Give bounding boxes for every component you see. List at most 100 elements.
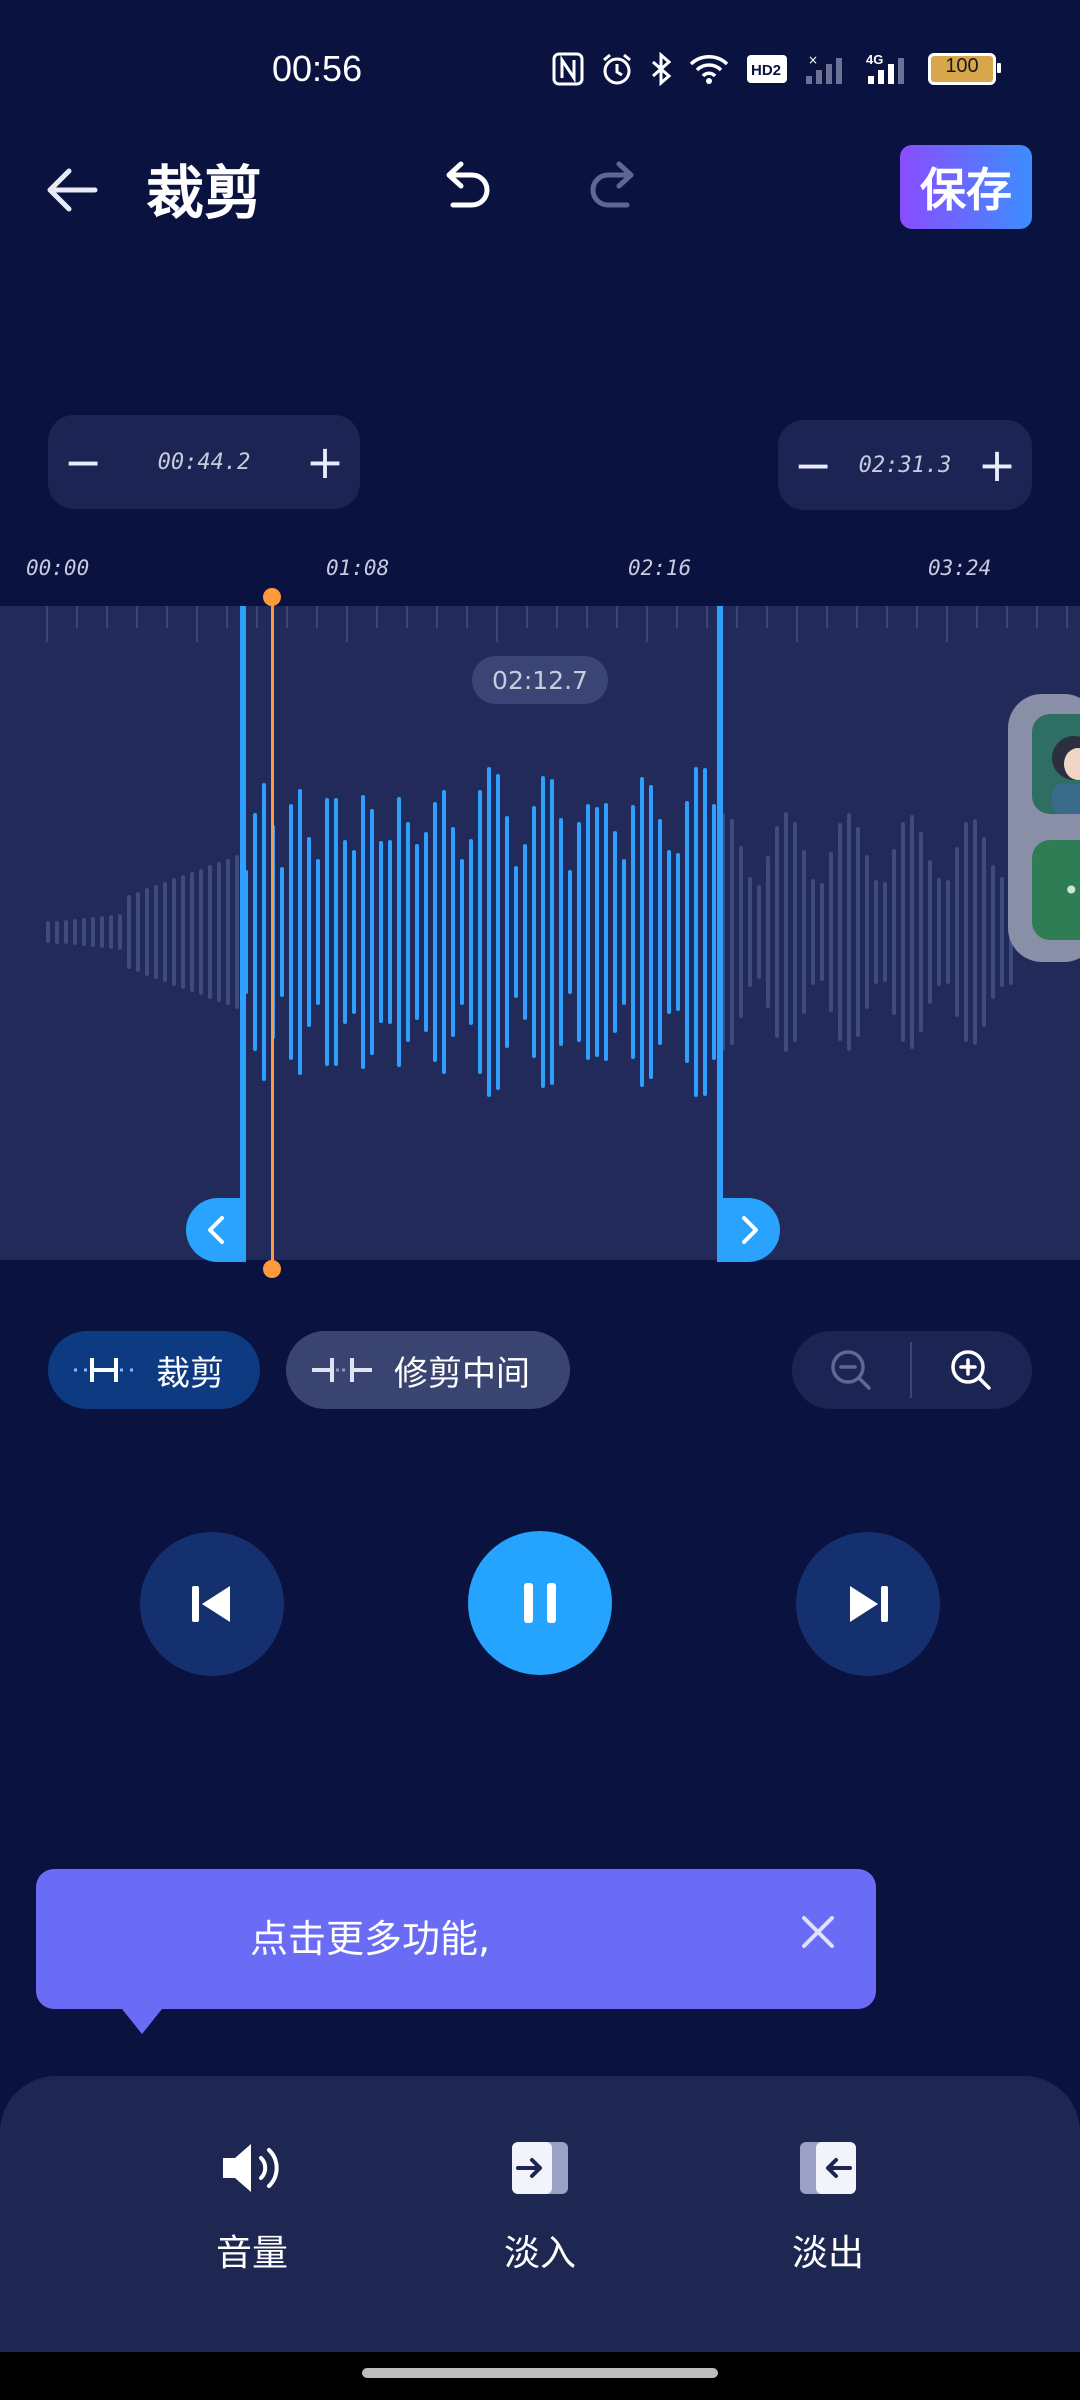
bluetooth-icon (652, 52, 672, 86)
save-button[interactable]: 保存 (900, 145, 1032, 229)
volume-tool-button[interactable]: 音量 (172, 2138, 332, 2276)
tooltip-text: 点击更多功能, (250, 1917, 491, 1961)
svg-text:4G: 4G (866, 52, 883, 67)
waveform-bar (703, 767, 707, 1097)
right-trim-line[interactable] (717, 606, 723, 1262)
waveform-bar (973, 818, 977, 1046)
fade-out-icon (800, 2142, 856, 2194)
avatar-portrait-icon (1052, 736, 1080, 814)
waveform-bar (397, 796, 401, 1068)
waveform-bar (100, 916, 104, 948)
left-trim-handle[interactable] (186, 1198, 246, 1262)
zoom-controls (792, 1331, 1032, 1409)
zoom-out-button[interactable] (792, 1347, 910, 1393)
waveform-bar (361, 794, 365, 1069)
waveform-bar (235, 855, 239, 1009)
waveform-bar (136, 891, 140, 973)
waveform-bar (460, 859, 464, 1005)
waveform-bar (766, 855, 770, 1009)
waveform-bar (253, 813, 257, 1051)
waveform-bar (163, 881, 167, 983)
start-time-increase-button[interactable]: + (290, 439, 360, 485)
ruler-tick (286, 606, 288, 628)
start-time-stepper: − 00:44.2 + (48, 415, 360, 509)
playhead-line[interactable] (271, 596, 274, 1268)
waveform-bar (514, 865, 518, 999)
zoom-out-icon (831, 1350, 871, 1390)
skip-previous-button[interactable] (140, 1532, 284, 1676)
waveform-bar (505, 815, 509, 1049)
waveform-bar (109, 915, 113, 949)
ruler-tick (1006, 606, 1008, 628)
waveform-bar (991, 864, 995, 1000)
back-button[interactable] (40, 158, 104, 222)
fade-out-tool-button[interactable]: 淡出 (748, 2138, 908, 2276)
waveform-bar (937, 878, 941, 986)
ruler-tick (826, 606, 828, 628)
waveform-bar (622, 858, 626, 1006)
waveform-bar (784, 812, 788, 1052)
ruler-tick (886, 606, 888, 628)
ruler-tick (796, 606, 798, 642)
tooltip-close-button[interactable] (796, 1910, 840, 1954)
start-time-value: 00:44.2 (157, 449, 251, 475)
avatar[interactable] (1032, 714, 1080, 814)
ruler-tick (106, 606, 108, 628)
waveform-bar (946, 880, 950, 984)
waveform-bar (541, 776, 545, 1088)
waveform-bar (739, 845, 743, 1019)
left-trim-line[interactable] (240, 606, 246, 1262)
page-title: 裁剪 (146, 159, 263, 227)
waveform-bar (325, 797, 329, 1067)
waveform-bar (172, 878, 176, 986)
skip-previous-icon (192, 1586, 230, 1622)
waveform-bar (748, 876, 752, 988)
waveform-bar (559, 817, 563, 1047)
wifi-icon (689, 55, 729, 84)
redo-button[interactable] (580, 154, 644, 218)
waveform-bar (550, 779, 554, 1085)
fade-in-tool-button[interactable]: 淡入 (460, 2138, 620, 2276)
signal-4g-icon: 4G (866, 52, 904, 84)
waveform-bar (928, 859, 932, 1005)
skip-next-icon (850, 1586, 888, 1622)
start-time-decrease-button[interactable]: − (48, 439, 118, 485)
hd-icon: HD2 (747, 55, 787, 83)
waveform-bar (847, 813, 851, 1051)
skip-next-button[interactable] (796, 1532, 940, 1676)
ruler-tick (856, 606, 858, 628)
waveform-bar (532, 805, 536, 1059)
battery-icon: 100 (928, 53, 1001, 85)
ruler-tick (496, 606, 498, 642)
waveform-bar (901, 822, 905, 1042)
playhead-top-knob[interactable] (263, 588, 281, 606)
waveform-bar (199, 868, 203, 996)
zoom-in-button[interactable] (912, 1347, 1030, 1393)
waveform-bar (595, 807, 599, 1057)
waveform-bar (955, 846, 959, 1018)
end-time-decrease-button[interactable]: − (778, 442, 848, 488)
ruler-tick (766, 606, 768, 628)
pause-button[interactable] (468, 1531, 612, 1675)
status-time: 00:56 (272, 48, 363, 89)
waveform-bar (496, 773, 500, 1091)
more-dots-icon[interactable]: •• (1032, 840, 1080, 940)
home-indicator[interactable] (362, 2368, 718, 2378)
ruler-tick (406, 606, 408, 628)
playhead-bottom-knob[interactable] (263, 1260, 281, 1278)
waveform-bar (892, 849, 896, 1015)
ruler-tick (346, 606, 348, 642)
waveform-bar (280, 867, 284, 997)
trim-middle-mode-button[interactable]: 修剪中间 (286, 1331, 570, 1409)
waveform-bar (451, 827, 455, 1037)
waveform-area[interactable] (0, 606, 1080, 1260)
end-time-increase-button[interactable]: + (962, 442, 1032, 488)
volume-tool-label: 音量 (215, 2233, 288, 2274)
undo-button[interactable] (436, 154, 500, 218)
ruler-tick (1066, 606, 1068, 628)
ruler-tick (916, 606, 918, 628)
ruler-tick (256, 606, 258, 628)
crop-mode-button[interactable]: 裁剪 (48, 1331, 260, 1409)
zoom-in-icon (951, 1350, 991, 1390)
ruler-tick (616, 606, 618, 628)
